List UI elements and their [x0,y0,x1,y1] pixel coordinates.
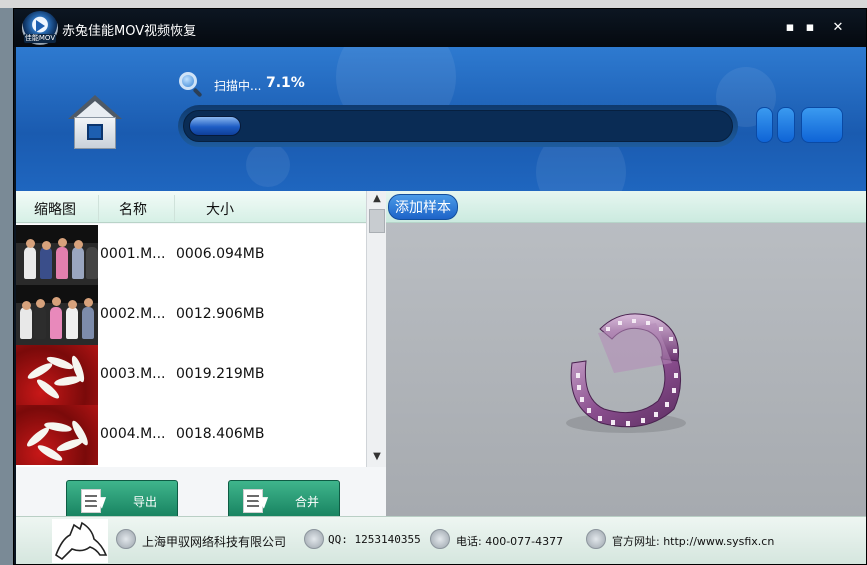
file-name: 0004.M... [100,426,166,442]
column-name[interactable]: 名称 [119,199,147,219]
thumb-head [58,238,67,247]
file-size: 0018.406MB [176,426,265,442]
thumb-head [26,239,35,248]
thumb-head [22,301,31,310]
horse-logo [52,519,108,563]
play-icon [36,20,45,32]
file-list-scrollbar[interactable]: ▲ ▼ [366,191,386,467]
thumb-figure [82,307,94,339]
file-name: 0001.M... [100,246,166,262]
phone-icon [430,529,450,549]
home-door [87,124,103,140]
horse-logo-icon [55,521,108,561]
file-name: 0003.M... [100,366,166,382]
header-banner: 扫描中... 7.1% [16,47,866,191]
thumb-figure [40,247,52,279]
thumb-figure [24,247,36,279]
progress-fill [189,116,241,136]
scan-progress-bar [178,105,738,147]
column-size[interactable]: 大小 [206,199,234,219]
thumb-figure [56,247,68,279]
search-icon [178,71,203,98]
file-list-panel: 缩略图 名称 大小 0001.M... 0006.094MB 0002.M...… [16,191,386,520]
thumb-head [52,297,61,306]
scroll-up-icon[interactable]: ▲ [367,191,387,207]
add-sample-button[interactable]: 添加样本 [388,194,458,220]
footer-website[interactable]: 官方网址: http://www.sysfix.cn [612,533,774,549]
file-name: 0002.M... [100,306,166,322]
scroll-thumb[interactable] [369,209,385,233]
preview-area [386,223,866,516]
footer-qq: QQ: 1253140355 [328,533,421,546]
file-size: 0019.219MB [176,366,265,382]
merge-label: 合并 [295,495,320,509]
column-separator [98,195,99,221]
search-handle [192,87,203,98]
preview-toolbar: 添加样本 [386,191,866,223]
company-icon [116,529,136,549]
window-title: 赤兔佳能MOV视频恢复 [62,24,197,39]
thumb-head [74,240,83,249]
progress-inner [183,110,733,142]
video-thumbnail [16,285,98,345]
video-thumbnail [16,345,98,405]
minimize-button[interactable]: ▪ [780,18,800,38]
file-size: 0006.094MB [176,246,265,262]
maximize-button[interactable]: ▪ [800,18,820,38]
file-size: 0012.906MB [176,306,265,322]
thumb-petal [25,360,55,382]
title-bar: 佳能MOV 赤兔佳能MOV视频恢复 ▪ ▪ ✕ [14,9,866,47]
thumb-figure [20,307,32,339]
decor-bubble [246,143,290,187]
export-button[interactable]: 导出 [66,480,178,520]
desktop-background [0,0,867,8]
view-mode-large[interactable] [801,107,843,143]
thumb-figure [50,307,62,339]
thumb-petal [45,354,75,372]
merge-button[interactable]: 合并 [228,480,340,520]
table-header: 缩略图 名称 大小 [16,191,366,223]
scan-percent: 7.1% [266,75,305,91]
video-thumbnail [16,405,98,465]
close-button[interactable]: ✕ [828,18,848,38]
home-button[interactable] [68,95,122,151]
file-list: 0001.M... 0006.094MB 0002.M... 0012.906M… [16,224,366,467]
thumb-figure [72,247,84,279]
column-separator [174,195,175,221]
view-mode-bar-1[interactable] [756,107,773,143]
thumb-figure [66,307,78,339]
export-label: 导出 [133,495,158,509]
logo-badge: 佳能MOV [24,34,56,43]
app-window: 佳能MOV 赤兔佳能MOV视频恢复 ▪ ▪ ✕ 扫描中... 7.1% 缩略图 … [13,8,867,565]
thumb-head [36,299,45,308]
view-mode-bar-2[interactable] [777,107,795,143]
table-row[interactable]: 0004.M... 0018.406MB [16,405,366,465]
footer-bar: 上海甲驭网络科技有限公司 QQ: 1253140355 电话: 400-077-… [16,516,866,564]
thumb-head [68,300,77,309]
film-reel-icon [566,313,686,433]
thumb-figure [34,307,46,339]
globe-icon [586,529,606,549]
thumb-head [84,298,93,307]
footer-company: 上海甲驭网络科技有限公司 [142,535,287,549]
scroll-down-icon[interactable]: ▼ [367,449,387,465]
qq-icon [304,529,324,549]
column-thumbnail[interactable]: 缩略图 [34,199,76,219]
table-row[interactable]: 0003.M... 0019.219MB [16,345,366,405]
table-row[interactable]: 0002.M... 0012.906MB [16,285,366,345]
table-row[interactable]: 0001.M... 0006.094MB [16,225,366,285]
video-thumbnail [16,225,98,285]
thumb-figure [86,247,98,279]
footer-phone: 电话: 400-077-4377 [456,535,564,548]
scan-status-label: 扫描中... [214,79,262,93]
app-logo-icon: 佳能MOV [22,11,58,45]
thumb-head [42,241,51,250]
